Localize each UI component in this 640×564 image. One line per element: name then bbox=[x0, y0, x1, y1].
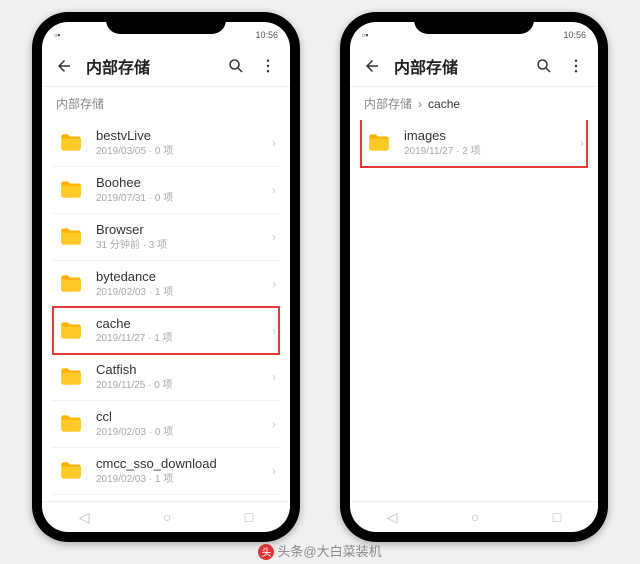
folder-row[interactable]: Boohee2019/07/31 · 0 项 › bbox=[52, 167, 280, 214]
folder-meta: 2019/07/31 · 0 项 bbox=[96, 192, 262, 205]
folder-meta: 2019/11/27 · 2 项 bbox=[404, 145, 570, 158]
folder-meta: 2019/02/03 · 1 项 bbox=[96, 286, 262, 299]
chevron-right-icon: › bbox=[272, 183, 276, 197]
folder-row[interactable]: cmcc_sso_ks2019/03/29 · 1 项› bbox=[52, 495, 280, 501]
folder-row[interactable]: cmcc_sso_download2019/02/03 · 1 项 › bbox=[52, 448, 280, 495]
folder-row[interactable]: bytedance2019/02/03 · 1 项 › bbox=[52, 261, 280, 308]
page-title: 内部存储 bbox=[394, 54, 522, 78]
footer-prefix: 头条 bbox=[277, 544, 303, 559]
chevron-right-icon: › bbox=[272, 136, 276, 150]
phone-left: ▫▪ 10:56 内部存储 内部存储 bestvLive bbox=[32, 12, 300, 542]
breadcrumb: 内部存储 › cache bbox=[350, 87, 598, 120]
nav-back-icon[interactable]: ◁ bbox=[387, 509, 398, 526]
folder-name: cache bbox=[96, 316, 262, 333]
nav-home-icon[interactable]: ○ bbox=[163, 509, 171, 525]
breadcrumb-root[interactable]: 内部存储 bbox=[56, 95, 104, 112]
system-nav: ◁ ○ □ bbox=[350, 501, 598, 532]
folder-list: bestvLive2019/03/05 · 0 项›Boohee2019/07/… bbox=[42, 120, 290, 501]
chevron-right-icon: › bbox=[272, 277, 276, 291]
folder-meta: 2019/02/03 · 1 项 bbox=[96, 473, 262, 486]
chevron-right-icon: › bbox=[418, 97, 422, 111]
folder-icon bbox=[364, 130, 394, 156]
phone-right: ▫▪ 10:56 内部存储 内部存储 › cach bbox=[340, 12, 608, 542]
breadcrumb: 内部存储 bbox=[42, 87, 290, 120]
folder-row[interactable]: Browser31 分钟前 · 3 项 › bbox=[52, 214, 280, 261]
folder-icon bbox=[56, 177, 86, 203]
nav-home-icon[interactable]: ○ bbox=[471, 509, 479, 525]
chevron-right-icon: › bbox=[272, 464, 276, 478]
folder-icon bbox=[56, 411, 86, 437]
nav-recent-icon[interactable]: □ bbox=[553, 509, 561, 525]
chevron-right-icon: › bbox=[272, 370, 276, 384]
folder-meta: 2019/11/27 · 1 项 bbox=[96, 332, 262, 345]
more-icon[interactable] bbox=[566, 56, 586, 76]
signal-icon: ▫▪ bbox=[362, 30, 368, 40]
folder-row[interactable]: ccl2019/02/03 · 0 项 › bbox=[52, 401, 280, 448]
folder-row[interactable]: bestvLive2019/03/05 · 0 项 › bbox=[52, 120, 280, 167]
folder-name: Catfish bbox=[96, 362, 262, 379]
chevron-right-icon: › bbox=[272, 230, 276, 244]
footer-suffix: @大白菜装机 bbox=[303, 544, 381, 559]
search-icon[interactable] bbox=[226, 56, 246, 76]
back-icon[interactable] bbox=[54, 56, 74, 76]
folder-name: cmcc_sso_download bbox=[96, 456, 262, 473]
folder-name: Boohee bbox=[96, 175, 262, 192]
signal-icon: ▫▪ bbox=[54, 30, 60, 40]
folder-name: ccl bbox=[96, 409, 262, 426]
folder-name: Browser bbox=[96, 222, 262, 239]
folder-icon bbox=[56, 271, 86, 297]
folder-icon bbox=[56, 130, 86, 156]
breadcrumb-parent[interactable]: 内部存储 bbox=[364, 95, 412, 112]
folder-icon bbox=[56, 458, 86, 484]
folder-icon bbox=[56, 224, 86, 250]
nav-recent-icon[interactable]: □ bbox=[245, 509, 253, 525]
folder-meta: 2019/03/05 · 0 项 bbox=[96, 145, 262, 158]
chevron-right-icon: › bbox=[272, 417, 276, 431]
chevron-right-icon: › bbox=[272, 324, 276, 338]
search-icon[interactable] bbox=[534, 56, 554, 76]
folder-meta: 2019/11/25 · 0 项 bbox=[96, 379, 262, 392]
folder-meta: 31 分钟前 · 3 项 bbox=[96, 239, 262, 252]
folder-name: bestvLive bbox=[96, 128, 262, 145]
folder-icon bbox=[56, 318, 86, 344]
back-icon[interactable] bbox=[362, 56, 382, 76]
app-header: 内部存储 bbox=[350, 46, 598, 87]
source-logo-icon: 头 bbox=[258, 544, 274, 560]
app-header: 内部存储 bbox=[42, 46, 290, 87]
more-icon[interactable] bbox=[258, 56, 278, 76]
folder-icon bbox=[56, 364, 86, 390]
status-time: 10:56 bbox=[255, 30, 278, 40]
attribution: 头头条@大白菜装机 bbox=[0, 541, 640, 560]
chevron-right-icon: › bbox=[580, 136, 584, 150]
folder-meta: 2019/02/03 · 0 项 bbox=[96, 426, 262, 439]
folder-name: images bbox=[404, 128, 570, 145]
status-time: 10:56 bbox=[563, 30, 586, 40]
folder-row[interactable]: Catfish2019/11/25 · 0 项 › bbox=[52, 354, 280, 401]
folder-list: images2019/11/27 · 2 项 › bbox=[350, 120, 598, 501]
folder-name: bytedance bbox=[96, 269, 262, 286]
folder-row[interactable]: images2019/11/27 · 2 项 › bbox=[360, 120, 588, 167]
page-title: 内部存储 bbox=[86, 54, 214, 78]
nav-back-icon[interactable]: ◁ bbox=[79, 509, 90, 526]
folder-row[interactable]: cache2019/11/27 · 1 项 › bbox=[52, 308, 280, 355]
system-nav: ◁ ○ □ bbox=[42, 501, 290, 532]
breadcrumb-current: cache bbox=[428, 97, 460, 111]
